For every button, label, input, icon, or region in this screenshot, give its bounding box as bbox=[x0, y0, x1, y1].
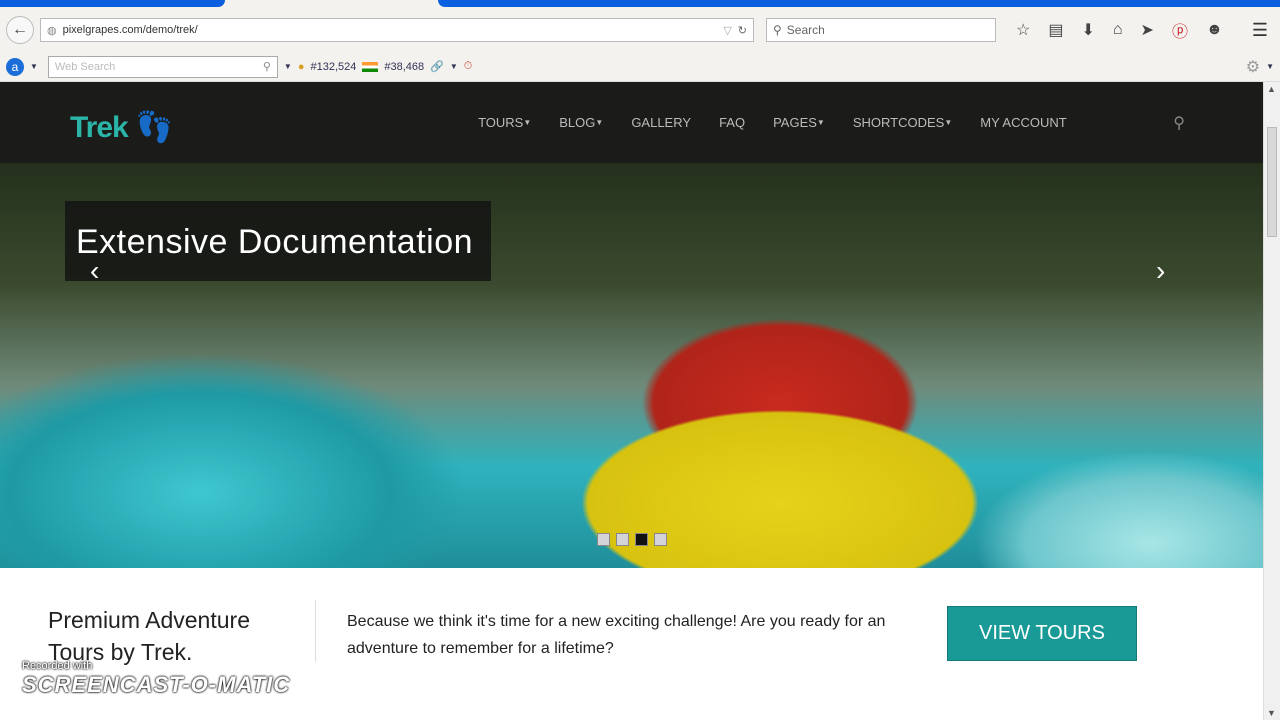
home-icon[interactable]: ⌂ bbox=[1113, 21, 1123, 39]
site-logo[interactable]: Trek 👣 bbox=[62, 98, 173, 148]
intro-text: Because we think it's time for a new exc… bbox=[347, 613, 886, 657]
search-icon[interactable]: ⚲ bbox=[1173, 113, 1185, 133]
window-titlebar bbox=[0, 0, 1280, 8]
main-nav: TOURS▼ BLOG▼ GALLERY FAQ PAGES▼ SHORTCOD… bbox=[478, 115, 1067, 130]
site-header: Trek 👣 TOURS▼ BLOG▼ GALLERY FAQ PAGES▼ SH… bbox=[0, 82, 1263, 163]
country-rank: #38,468 bbox=[384, 60, 425, 73]
clipboard-icon[interactable]: ▤ bbox=[1048, 20, 1063, 40]
screencast-watermark: Recorded with SCREENCAST-O-MATIC bbox=[22, 660, 291, 697]
dropdown-icon[interactable]: ▽ bbox=[723, 24, 731, 37]
browser-search-input[interactable]: ⚲ Search bbox=[766, 18, 996, 42]
global-rank: #132,524 bbox=[310, 60, 357, 73]
star-icon[interactable]: ☆ bbox=[1016, 20, 1030, 40]
link-icon[interactable]: 🔗 bbox=[430, 60, 444, 73]
timer-icon[interactable]: ⏱ bbox=[464, 60, 473, 73]
website: Trek 👣 TOURS▼ BLOG▼ GALLERY FAQ PAGES▼ SH… bbox=[0, 82, 1263, 720]
slide-dot-active[interactable] bbox=[635, 533, 648, 546]
scroll-up-icon[interactable]: ▲ bbox=[1267, 84, 1276, 94]
nav-gallery[interactable]: GALLERY bbox=[631, 115, 691, 130]
slider-pagination bbox=[597, 533, 667, 546]
footprint-icon: 👣 bbox=[135, 110, 173, 144]
slide-dot[interactable] bbox=[654, 533, 667, 546]
scroll-down-icon[interactable]: ▼ bbox=[1267, 708, 1276, 718]
nav-blog[interactable]: BLOG▼ bbox=[559, 115, 603, 130]
nav-pages[interactable]: PAGES▼ bbox=[773, 115, 825, 130]
browser-navbar: ← ◍ pixelgrapes.com/demo/trek/ ▽ ↻ ⚲ Sea… bbox=[0, 8, 1280, 52]
next-slide-icon[interactable]: › bbox=[1156, 255, 1165, 287]
menu-icon[interactable]: ☰ bbox=[1252, 20, 1274, 41]
nav-shortcodes[interactable]: SHORTCODES▼ bbox=[853, 115, 952, 130]
slide-caption: Extensive Documentation bbox=[65, 201, 491, 281]
slide-dot[interactable] bbox=[616, 533, 629, 546]
back-button[interactable]: ← bbox=[6, 16, 34, 44]
download-icon[interactable]: ⬇ bbox=[1081, 20, 1094, 40]
search-icon: ⚲ bbox=[773, 23, 782, 37]
nav-my-account[interactable]: MY ACCOUNT bbox=[980, 115, 1066, 130]
gear-icon[interactable]: ⚙ bbox=[1246, 57, 1260, 77]
web-search-input[interactable]: Web Search ⚲ bbox=[47, 55, 278, 78]
url-text: pixelgrapes.com/demo/trek/ bbox=[62, 24, 198, 36]
nav-tours[interactable]: TOURS▼ bbox=[478, 115, 531, 130]
india-flag-icon bbox=[362, 61, 379, 72]
pinterest-icon[interactable]: ⓟ bbox=[1172, 18, 1188, 42]
alexa-icon[interactable]: a bbox=[6, 57, 24, 76]
url-bar[interactable]: ◍ pixelgrapes.com/demo/trek/ ▽ ↻ bbox=[40, 18, 754, 42]
intro-heading: Premium Adventure Tours by Trek. bbox=[48, 607, 250, 665]
addon-bar: a ▼ Web Search ⚲ ▼ ● #132,524 #38,468 🔗 ▼ ⏱… bbox=[0, 52, 1280, 82]
hero-slider: Extensive Documentation ‹ › bbox=[0, 163, 1263, 568]
globe-icon: ● bbox=[297, 60, 305, 73]
chat-icon[interactable]: ☻ bbox=[1206, 21, 1223, 39]
scrollbar-thumb[interactable] bbox=[1267, 127, 1277, 237]
send-icon[interactable]: ➤ bbox=[1141, 20, 1154, 40]
reload-icon[interactable]: ↻ bbox=[738, 24, 747, 37]
search-icon[interactable]: ⚲ bbox=[263, 60, 271, 73]
nav-faq[interactable]: FAQ bbox=[719, 115, 745, 130]
slide-dot[interactable] bbox=[597, 533, 610, 546]
divider bbox=[315, 600, 316, 662]
scrollbar[interactable]: ▲ ▼ bbox=[1263, 82, 1280, 720]
prev-slide-icon[interactable]: ‹ bbox=[90, 255, 99, 287]
view-tours-button[interactable]: VIEW TOURS bbox=[947, 606, 1137, 661]
globe-icon: ◍ bbox=[47, 24, 57, 37]
